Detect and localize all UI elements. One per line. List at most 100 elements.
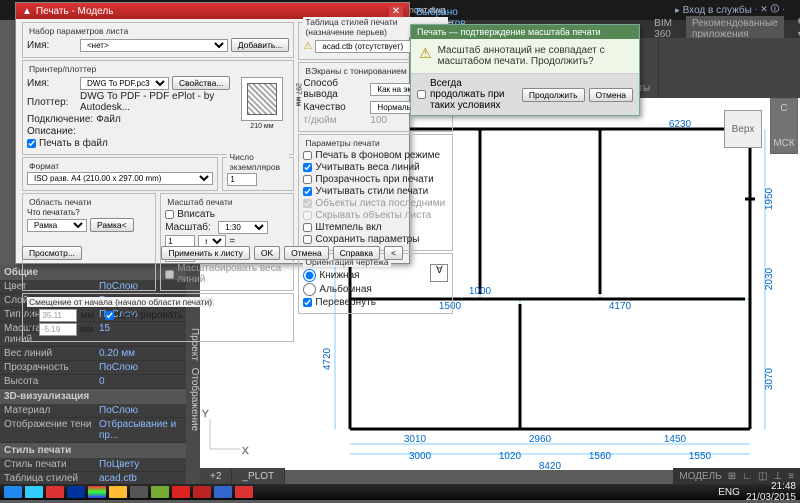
svg-text:Y: Y (202, 409, 209, 420)
property-row[interactable]: Вес линий0.20 мм (0, 347, 200, 361)
scale-lw-checkbox (165, 270, 174, 279)
option-checkbox[interactable] (303, 151, 312, 160)
styletable-select[interactable]: acad.ctb (отсутствует) (315, 40, 424, 53)
printer-props-button[interactable]: Свойства... (172, 76, 230, 90)
plotter-select[interactable]: DWG To PDF.pc3 (80, 77, 169, 90)
taskbar-app[interactable] (25, 486, 43, 498)
svg-text:1000: 1000 (469, 286, 492, 297)
option-checkbox[interactable] (303, 163, 312, 172)
taskbar-app[interactable] (172, 486, 190, 498)
svg-text:2960: 2960 (529, 434, 552, 445)
taskbar-app[interactable] (193, 486, 211, 498)
taskbar-app[interactable] (109, 486, 127, 498)
snap-icon[interactable]: ◫ (758, 471, 767, 482)
svg-text:1020: 1020 (499, 451, 522, 462)
taskbar-app[interactable] (67, 486, 85, 498)
property-row[interactable]: Отображение тениОтбрасывание и пр... (0, 418, 200, 443)
fieldset-offset: Смещение от начала (начало области печат… (22, 293, 294, 342)
taskbar-word[interactable] (214, 486, 232, 498)
option-checkbox (303, 211, 312, 220)
tray-time[interactable]: 21:48 (771, 481, 796, 492)
windows-taskbar: ENG 21:4821/03/2015 (0, 484, 800, 500)
fieldset-pagesetup: Набор параметров листа Имя: <нет> Добави… (22, 22, 294, 58)
option-checkbox[interactable] (303, 223, 312, 232)
grid-icon[interactable]: ⊞ (728, 471, 736, 482)
center-checkbox[interactable] (105, 311, 114, 320)
taskbar-app[interactable] (46, 486, 64, 498)
continue-button[interactable]: Продолжить (522, 88, 585, 102)
svg-text:3070: 3070 (764, 367, 775, 390)
taskbar-chrome[interactable] (88, 486, 106, 498)
confirm-cancel-button[interactable]: Отмена (589, 88, 634, 102)
copies-input[interactable] (227, 173, 257, 186)
option-checkbox[interactable] (303, 187, 312, 196)
viewcube[interactable]: Верх (724, 110, 762, 148)
apply-button[interactable]: Применить к листу (161, 246, 250, 260)
property-row[interactable]: МатериалПоСлою (0, 404, 200, 418)
ortho-icon[interactable]: ∟ (742, 471, 752, 482)
fieldset-printer: Принтер/плоттер Имя: DWG To PDF.pc3 Свой… (22, 60, 294, 155)
svg-text:8420: 8420 (539, 461, 562, 470)
option-row: Сохранить параметры (303, 234, 448, 245)
fieldset-area: Область печати Что печатать? Рамка Рамка… (22, 193, 156, 291)
taskbar-app[interactable] (151, 486, 169, 498)
fieldset-paper: Формат ISO разв. A4 (210.00 x 297.00 mm) (22, 157, 218, 191)
help-button[interactable]: Справка (333, 246, 380, 260)
option-checkbox[interactable] (303, 175, 312, 184)
section-3d[interactable]: 3D-визуализация (0, 389, 200, 404)
plot-dialog: ▲ Печать - Модель ✕ Набор параметров лис… (15, 2, 410, 264)
fit-checkbox[interactable] (165, 210, 174, 219)
property-row[interactable]: Стиль печатиПоЦвету (0, 458, 200, 472)
warning-icon: ⚠ (419, 45, 432, 62)
svg-text:3000: 3000 (409, 451, 432, 462)
svg-text:1950: 1950 (764, 187, 775, 210)
window-button[interactable]: Рамка< (90, 218, 134, 232)
expand-button[interactable]: < (384, 246, 403, 260)
offset-x-input[interactable] (39, 309, 77, 322)
layout-tab[interactable]: _PLOT (232, 469, 285, 484)
taskbar-app[interactable] (130, 486, 148, 498)
ok-button[interactable]: OK (254, 246, 280, 260)
start-button[interactable] (4, 486, 22, 498)
wcs-label[interactable]: МСК (773, 138, 794, 149)
dialog-title: Печать - Модель (36, 6, 114, 17)
cancel-button[interactable]: Отмена (284, 246, 329, 260)
offset-y-input[interactable] (39, 323, 77, 336)
scale-select[interactable]: 1:30 (218, 221, 268, 234)
svg-text:X: X (242, 446, 249, 457)
papersize-select[interactable]: ISO разв. A4 (210.00 x 297.00 mm) (27, 172, 213, 185)
property-row[interactable]: Высота0 (0, 375, 200, 389)
plot-to-file-checkbox[interactable] (27, 139, 36, 148)
add-button[interactable]: Добавить... (231, 38, 290, 52)
option-checkbox[interactable] (303, 235, 312, 244)
plotarea-select[interactable]: Рамка (27, 219, 87, 232)
autocad-icon: ▲ (22, 6, 32, 17)
layout-tabs[interactable]: +2 _PLOT (200, 468, 285, 484)
tray-lang[interactable]: ENG (718, 487, 740, 498)
svg-text:1450: 1450 (664, 434, 687, 445)
fieldset-options: Параметры печати Печать в фоновом режиме… (298, 134, 453, 251)
always-checkbox[interactable] (417, 90, 426, 99)
status-model[interactable]: МОДЕЛЬ (679, 471, 721, 482)
property-row[interactable]: ПрозрачностьПоСлою (0, 361, 200, 375)
more-icon[interactable]: ≡ (788, 471, 794, 482)
upside-checkbox[interactable] (303, 298, 312, 307)
portrait-radio[interactable] (303, 269, 316, 282)
tray-date: 21/03/2015 (746, 492, 796, 503)
svg-text:6230: 6230 (669, 119, 692, 130)
option-row: Скрывать объекты листа (303, 210, 448, 221)
section-plotstyle[interactable]: Стиль печати (0, 443, 200, 458)
pagesetup-select[interactable]: <нет> (80, 39, 228, 52)
property-row[interactable]: Таблица стилей печ...acad.ctb (0, 472, 200, 484)
taskbar-acad[interactable] (235, 486, 253, 498)
confirm-title[interactable]: Печать — подтверждение масштаба печати (411, 25, 639, 39)
option-checkbox (303, 199, 312, 208)
close-icon[interactable]: ✕ (389, 6, 403, 17)
polar-icon[interactable]: ⊥ (773, 471, 782, 482)
option-row: Штемпель вкл (303, 222, 448, 233)
layout-tab[interactable]: +2 (200, 469, 232, 484)
orient-icon: ∀ (430, 264, 448, 282)
landscape-radio[interactable] (303, 283, 316, 296)
preview-button[interactable]: Просмотр... (22, 246, 82, 260)
fieldset-orientation: Ориентация чертежа Книжная Альбомная Пер… (298, 253, 453, 314)
